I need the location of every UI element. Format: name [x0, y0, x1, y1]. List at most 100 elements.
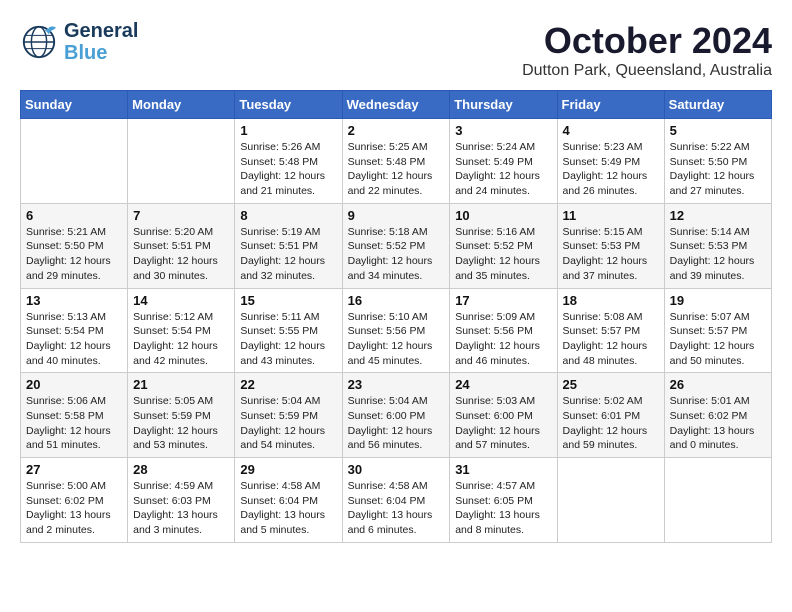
day-info: Sunrise: 5:09 AMSunset: 5:56 PMDaylight:… [455, 310, 551, 369]
day-info: Sunrise: 5:26 AMSunset: 5:48 PMDaylight:… [240, 140, 336, 199]
day-info: Sunrise: 5:02 AMSunset: 6:01 PMDaylight:… [563, 394, 659, 453]
calendar-cell: 9Sunrise: 5:18 AMSunset: 5:52 PMDaylight… [342, 203, 450, 288]
day-number: 27 [26, 462, 122, 477]
calendar-cell: 26 Sunrise: 5:01 AMSunset: 6:02 PMDayligh… [664, 373, 771, 458]
calendar-cell: 15 Sunrise: 5:11 AMSunset: 5:55 PMDayligh… [235, 288, 342, 373]
day-number: 31 [455, 462, 551, 477]
month-title: October 2024 [522, 20, 772, 62]
day-info: Sunrise: 5:00 AMSunset: 6:02 PMDaylight:… [26, 479, 122, 538]
day-number: 11 [563, 208, 659, 223]
calendar-day-header: Tuesday [235, 91, 342, 119]
day-info: Sunrise: 5:20 AMSunset: 5:51 PMDaylight:… [133, 225, 229, 284]
calendar-cell: 13 Sunrise: 5:13 AMSunset: 5:54 PMDayligh… [21, 288, 128, 373]
calendar-day-header: Saturday [664, 91, 771, 119]
day-number: 8 [240, 208, 336, 223]
calendar-cell: 4 Sunrise: 5:23 AMSunset: 5:49 PMDaylight… [557, 119, 664, 204]
day-number: 15 [240, 293, 336, 308]
day-info: Sunrise: 5:21 AMSunset: 5:50 PMDaylight:… [26, 225, 122, 284]
calendar-cell: 2Sunrise: 5:25 AMSunset: 5:48 PMDaylight… [342, 119, 450, 204]
calendar-day-header: Monday [128, 91, 235, 119]
calendar-cell: 10 Sunrise: 5:16 AMSunset: 5:52 PMDayligh… [450, 203, 557, 288]
logo-text-general: General [64, 20, 138, 42]
day-info: Sunrise: 5:04 AMSunset: 6:00 PMDaylight:… [348, 394, 445, 453]
day-info: Sunrise: 5:01 AMSunset: 6:02 PMDaylight:… [670, 394, 766, 453]
calendar-cell: 6 Sunrise: 5:21 AMSunset: 5:50 PMDaylight… [21, 203, 128, 288]
calendar-cell: 12 Sunrise: 5:14 AMSunset: 5:53 PMDayligh… [664, 203, 771, 288]
calendar-cell: 21Sunrise: 5:05 AMSunset: 5:59 PMDayligh… [128, 373, 235, 458]
day-info: Sunrise: 5:23 AMSunset: 5:49 PMDaylight:… [563, 140, 659, 199]
day-number: 20 [26, 377, 122, 392]
calendar-cell: 1 Sunrise: 5:26 AMSunset: 5:48 PMDaylight… [235, 119, 342, 204]
day-number: 18 [563, 293, 659, 308]
calendar-cell [557, 458, 664, 543]
logo-text-blue: Blue [64, 42, 107, 64]
day-info: Sunrise: 5:19 AMSunset: 5:51 PMDaylight:… [240, 225, 336, 284]
logo-icon [20, 23, 58, 61]
day-number: 28 [133, 462, 229, 477]
calendar-cell: 5 Sunrise: 5:22 AMSunset: 5:50 PMDaylight… [664, 119, 771, 204]
calendar-cell: 31Sunrise: 4:57 AMSunset: 6:05 PMDayligh… [450, 458, 557, 543]
day-number: 19 [670, 293, 766, 308]
day-number: 10 [455, 208, 551, 223]
calendar-cell: 22 Sunrise: 5:04 AMSunset: 5:59 PMDayligh… [235, 373, 342, 458]
day-info: Sunrise: 4:59 AMSunset: 6:03 PMDaylight:… [133, 479, 229, 538]
day-number: 22 [240, 377, 336, 392]
calendar-week-row: 13 Sunrise: 5:13 AMSunset: 5:54 PMDayligh… [21, 288, 772, 373]
day-number: 23 [348, 377, 445, 392]
day-number: 3 [455, 123, 551, 138]
day-number: 14 [133, 293, 229, 308]
calendar-cell: 30 Sunrise: 4:58 AMSunset: 6:04 PMDayligh… [342, 458, 450, 543]
calendar-cell: 24 Sunrise: 5:03 AMSunset: 6:00 PMDayligh… [450, 373, 557, 458]
calendar-cell: 11 Sunrise: 5:15 AMSunset: 5:53 PMDayligh… [557, 203, 664, 288]
calendar-day-header: Friday [557, 91, 664, 119]
day-info: Sunrise: 5:11 AMSunset: 5:55 PMDaylight:… [240, 310, 336, 369]
logo: General Blue [20, 20, 138, 64]
calendar-cell: 19 Sunrise: 5:07 AMSunset: 5:57 PMDayligh… [664, 288, 771, 373]
calendar-cell: 20 Sunrise: 5:06 AMSunset: 5:58 PMDayligh… [21, 373, 128, 458]
calendar-cell: 28 Sunrise: 4:59 AMSunset: 6:03 PMDayligh… [128, 458, 235, 543]
day-info: Sunrise: 5:13 AMSunset: 5:54 PMDaylight:… [26, 310, 122, 369]
day-number: 24 [455, 377, 551, 392]
day-number: 4 [563, 123, 659, 138]
day-number: 13 [26, 293, 122, 308]
calendar-week-row: 27 Sunrise: 5:00 AMSunset: 6:02 PMDayligh… [21, 458, 772, 543]
day-info: Sunrise: 5:16 AMSunset: 5:52 PMDaylight:… [455, 225, 551, 284]
calendar-cell: 3 Sunrise: 5:24 AMSunset: 5:49 PMDaylight… [450, 119, 557, 204]
day-number: 12 [670, 208, 766, 223]
day-info: Sunrise: 5:12 AMSunset: 5:54 PMDaylight:… [133, 310, 229, 369]
day-number: 5 [670, 123, 766, 138]
day-info: Sunrise: 4:58 AMSunset: 6:04 PMDaylight:… [240, 479, 336, 538]
day-number: 25 [563, 377, 659, 392]
day-info: Sunrise: 5:14 AMSunset: 5:53 PMDaylight:… [670, 225, 766, 284]
day-number: 6 [26, 208, 122, 223]
calendar-cell [664, 458, 771, 543]
day-number: 16 [348, 293, 445, 308]
calendar-cell [128, 119, 235, 204]
day-info: Sunrise: 5:22 AMSunset: 5:50 PMDaylight:… [670, 140, 766, 199]
day-info: Sunrise: 5:15 AMSunset: 5:53 PMDaylight:… [563, 225, 659, 284]
day-number: 26 [670, 377, 766, 392]
day-info: Sunrise: 5:24 AMSunset: 5:49 PMDaylight:… [455, 140, 551, 199]
day-number: 29 [240, 462, 336, 477]
day-info: Sunrise: 5:04 AMSunset: 5:59 PMDaylight:… [240, 394, 336, 453]
day-info: Sunrise: 5:25 AMSunset: 5:48 PMDaylight:… [348, 140, 445, 199]
day-number: 7 [133, 208, 229, 223]
calendar-day-header: Wednesday [342, 91, 450, 119]
day-number: 1 [240, 123, 336, 138]
day-info: Sunrise: 4:58 AMSunset: 6:04 PMDaylight:… [348, 479, 445, 538]
calendar-cell [21, 119, 128, 204]
day-number: 30 [348, 462, 445, 477]
calendar-cell: 16Sunrise: 5:10 AMSunset: 5:56 PMDayligh… [342, 288, 450, 373]
day-info: Sunrise: 5:03 AMSunset: 6:00 PMDaylight:… [455, 394, 551, 453]
calendar-cell: 8 Sunrise: 5:19 AMSunset: 5:51 PMDaylight… [235, 203, 342, 288]
day-info: Sunrise: 5:07 AMSunset: 5:57 PMDaylight:… [670, 310, 766, 369]
calendar-header-row: SundayMondayTuesdayWednesdayThursdayFrid… [21, 91, 772, 119]
page-header: General Blue October 2024 Dutton Park, Q… [20, 20, 772, 80]
calendar-day-header: Sunday [21, 91, 128, 119]
location: Dutton Park, Queensland, Australia [522, 62, 772, 80]
calendar-week-row: 1 Sunrise: 5:26 AMSunset: 5:48 PMDaylight… [21, 119, 772, 204]
day-info: Sunrise: 5:08 AMSunset: 5:57 PMDaylight:… [563, 310, 659, 369]
calendar-cell: 14 Sunrise: 5:12 AMSunset: 5:54 PMDayligh… [128, 288, 235, 373]
day-number: 21 [133, 377, 229, 392]
day-info: Sunrise: 5:06 AMSunset: 5:58 PMDaylight:… [26, 394, 122, 453]
